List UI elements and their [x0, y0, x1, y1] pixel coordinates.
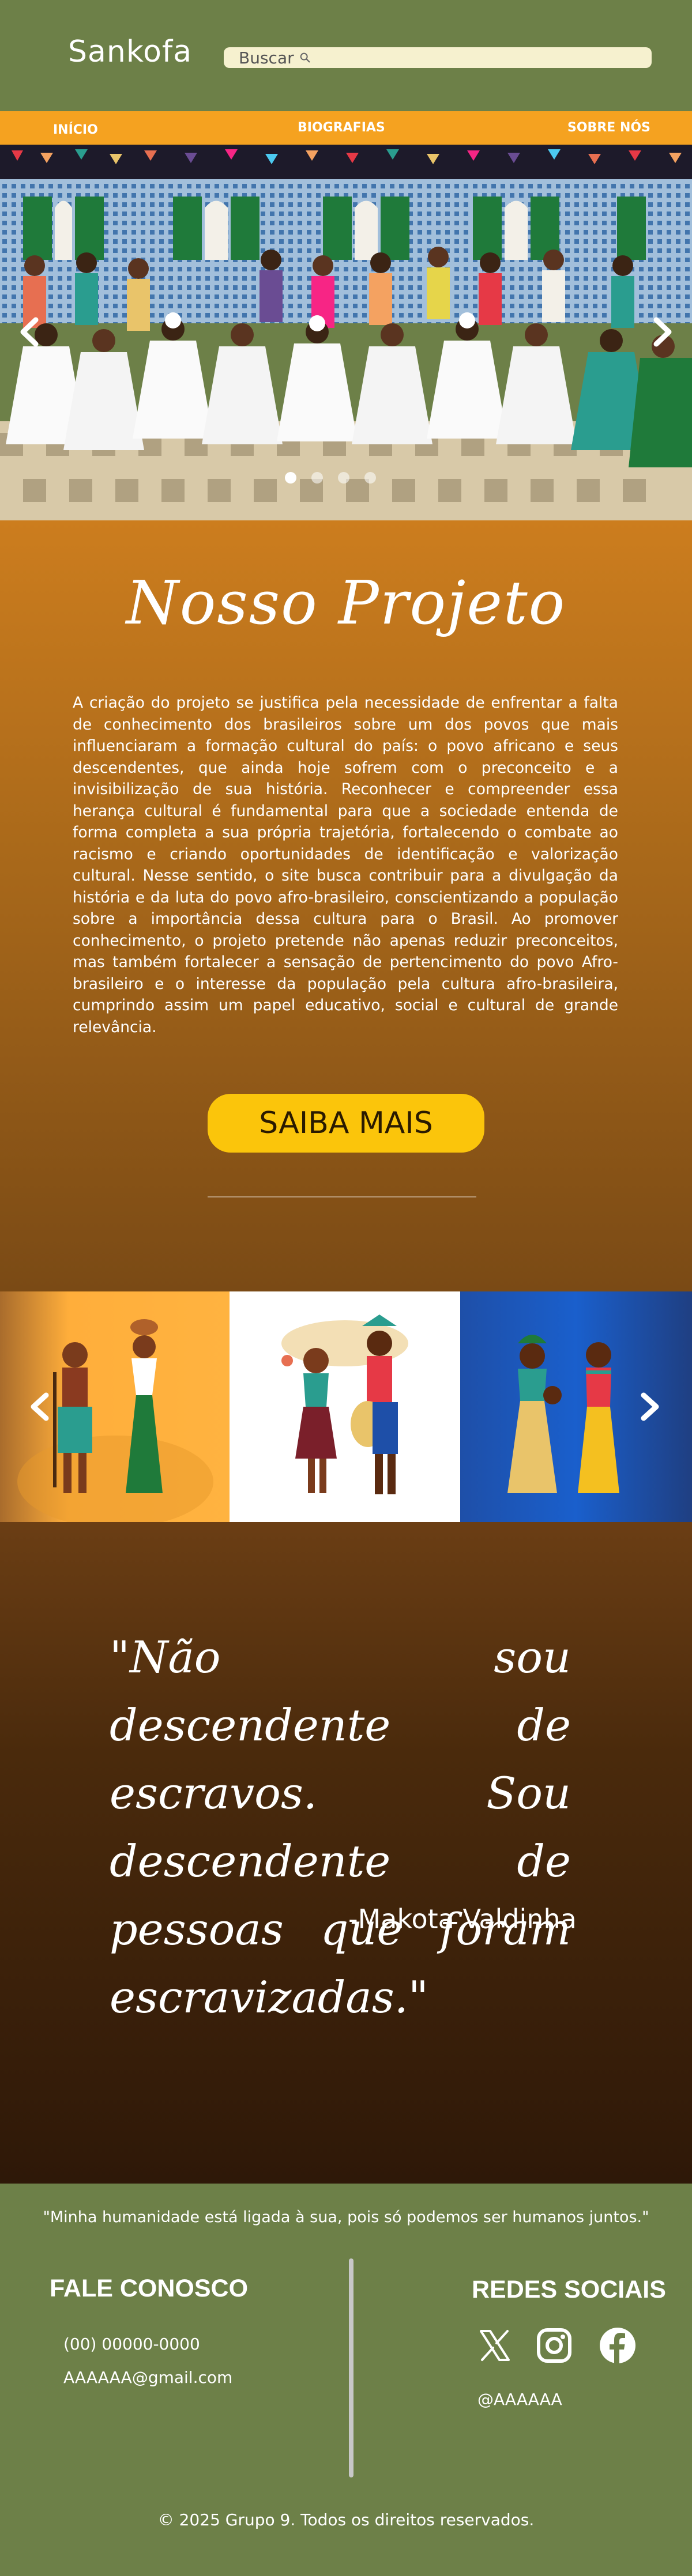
carousel-dot[interactable]	[285, 472, 296, 484]
footer-divider	[349, 2258, 353, 2477]
quote-author: -Makota Valdinha	[348, 1903, 577, 1935]
site-header: Sankofa	[0, 0, 692, 111]
contact-email[interactable]: AAAAAA@gmail.com	[63, 2368, 232, 2387]
carousel-dot[interactable]	[338, 472, 349, 484]
illustration-carousel	[0, 1291, 692, 1522]
project-title: Nosso Projeto	[126, 568, 566, 638]
carousel-indicators	[285, 472, 376, 484]
x-icon[interactable]	[475, 2326, 513, 2365]
chevron-left-icon[interactable]	[25, 1388, 54, 1425]
project-description: A criação do projeto se justifica pela n…	[73, 694, 618, 1036]
nav-item-sobre-nos[interactable]: SOBRE NÓS	[567, 120, 650, 135]
social-title: REDES SOCIAIS	[472, 2276, 666, 2303]
chevron-right-icon[interactable]	[635, 1388, 664, 1425]
nav-item-biografias[interactable]: BIOGRAFIAS	[298, 120, 385, 135]
footer-motto: "Minha humanidade está ligada à sua, poi…	[43, 2208, 649, 2226]
project-section: Nosso Projeto A criação do projeto se ju…	[0, 520, 692, 1291]
facebook-icon[interactable]	[599, 2326, 637, 2365]
site-logo[interactable]: Sankofa	[68, 35, 192, 69]
carousel-dot[interactable]	[311, 472, 323, 484]
site-footer: "Minha humanidade está ligada à sua, poi…	[0, 2184, 692, 2576]
social-handle[interactable]: @AAAAAA	[477, 2390, 562, 2409]
chevron-left-icon[interactable]	[12, 312, 46, 352]
quote-text: "Não sou descendente de escravos. Sou de…	[110, 1631, 571, 2023]
quote-section: "Não sou descendente de escravos. Sou de…	[0, 1522, 692, 2184]
main-nav: INÍCIO BIOGRAFIAS SOBRE NÓS	[0, 111, 692, 145]
carousel-dot[interactable]	[364, 472, 376, 484]
illustration-panel-musicians	[230, 1291, 460, 1522]
search-icon[interactable]	[299, 51, 311, 64]
copyright: © 2025 Grupo 9. Todos os direitos reserv…	[157, 2510, 535, 2529]
hero-painting-image	[0, 145, 692, 520]
search-bar[interactable]	[224, 47, 652, 68]
saiba-mais-button[interactable]: SAIBA MAIS	[208, 1094, 484, 1153]
contact-title: FALE CONOSCO	[50, 2275, 249, 2302]
chevron-right-icon[interactable]	[646, 312, 680, 352]
hero-carousel	[0, 145, 692, 520]
instagram-icon[interactable]	[535, 2326, 573, 2365]
nav-item-inicio[interactable]: INÍCIO	[53, 123, 98, 137]
contact-phone[interactable]: (00) 00000-0000	[63, 2335, 200, 2354]
section-divider	[208, 1196, 476, 1198]
